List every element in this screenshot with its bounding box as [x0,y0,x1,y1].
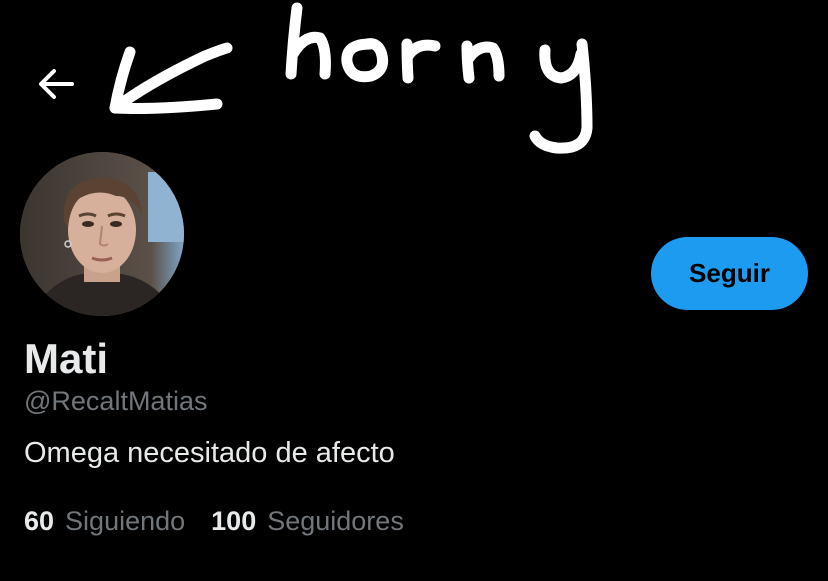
scribble-letter-r [401,38,441,84]
display-name: Mati [24,335,108,382]
scribble-letter-o [341,38,389,83]
handwritten-annotation [109,2,593,154]
followers-stat[interactable]: 100 Seguidores [211,504,404,538]
user-handle: @RecaltMatias [24,386,208,416]
followers-count: 100 [211,506,257,536]
scribble-letter-h [285,2,331,80]
profile-photo [20,152,184,316]
profile-bio: Omega necesitado de afecto [24,437,395,469]
profile-screen: Seguir Mati @RecaltMatias Omega necesita… [0,0,828,581]
profile-stats: 60 Siguiendo 100 Seguidores [24,504,404,538]
scribble-letter-n [461,40,505,84]
follow-button[interactable]: Seguir [651,237,808,310]
following-count: 60 [24,506,55,536]
back-button[interactable] [34,62,78,106]
followers-label: Seguidores [267,506,404,536]
avatar[interactable] [18,150,186,318]
scribble-letter-y [529,38,593,154]
following-stat[interactable]: 60 Siguiendo [24,504,185,538]
following-label: Siguiendo [65,506,186,536]
arrow-left-icon [39,69,74,99]
